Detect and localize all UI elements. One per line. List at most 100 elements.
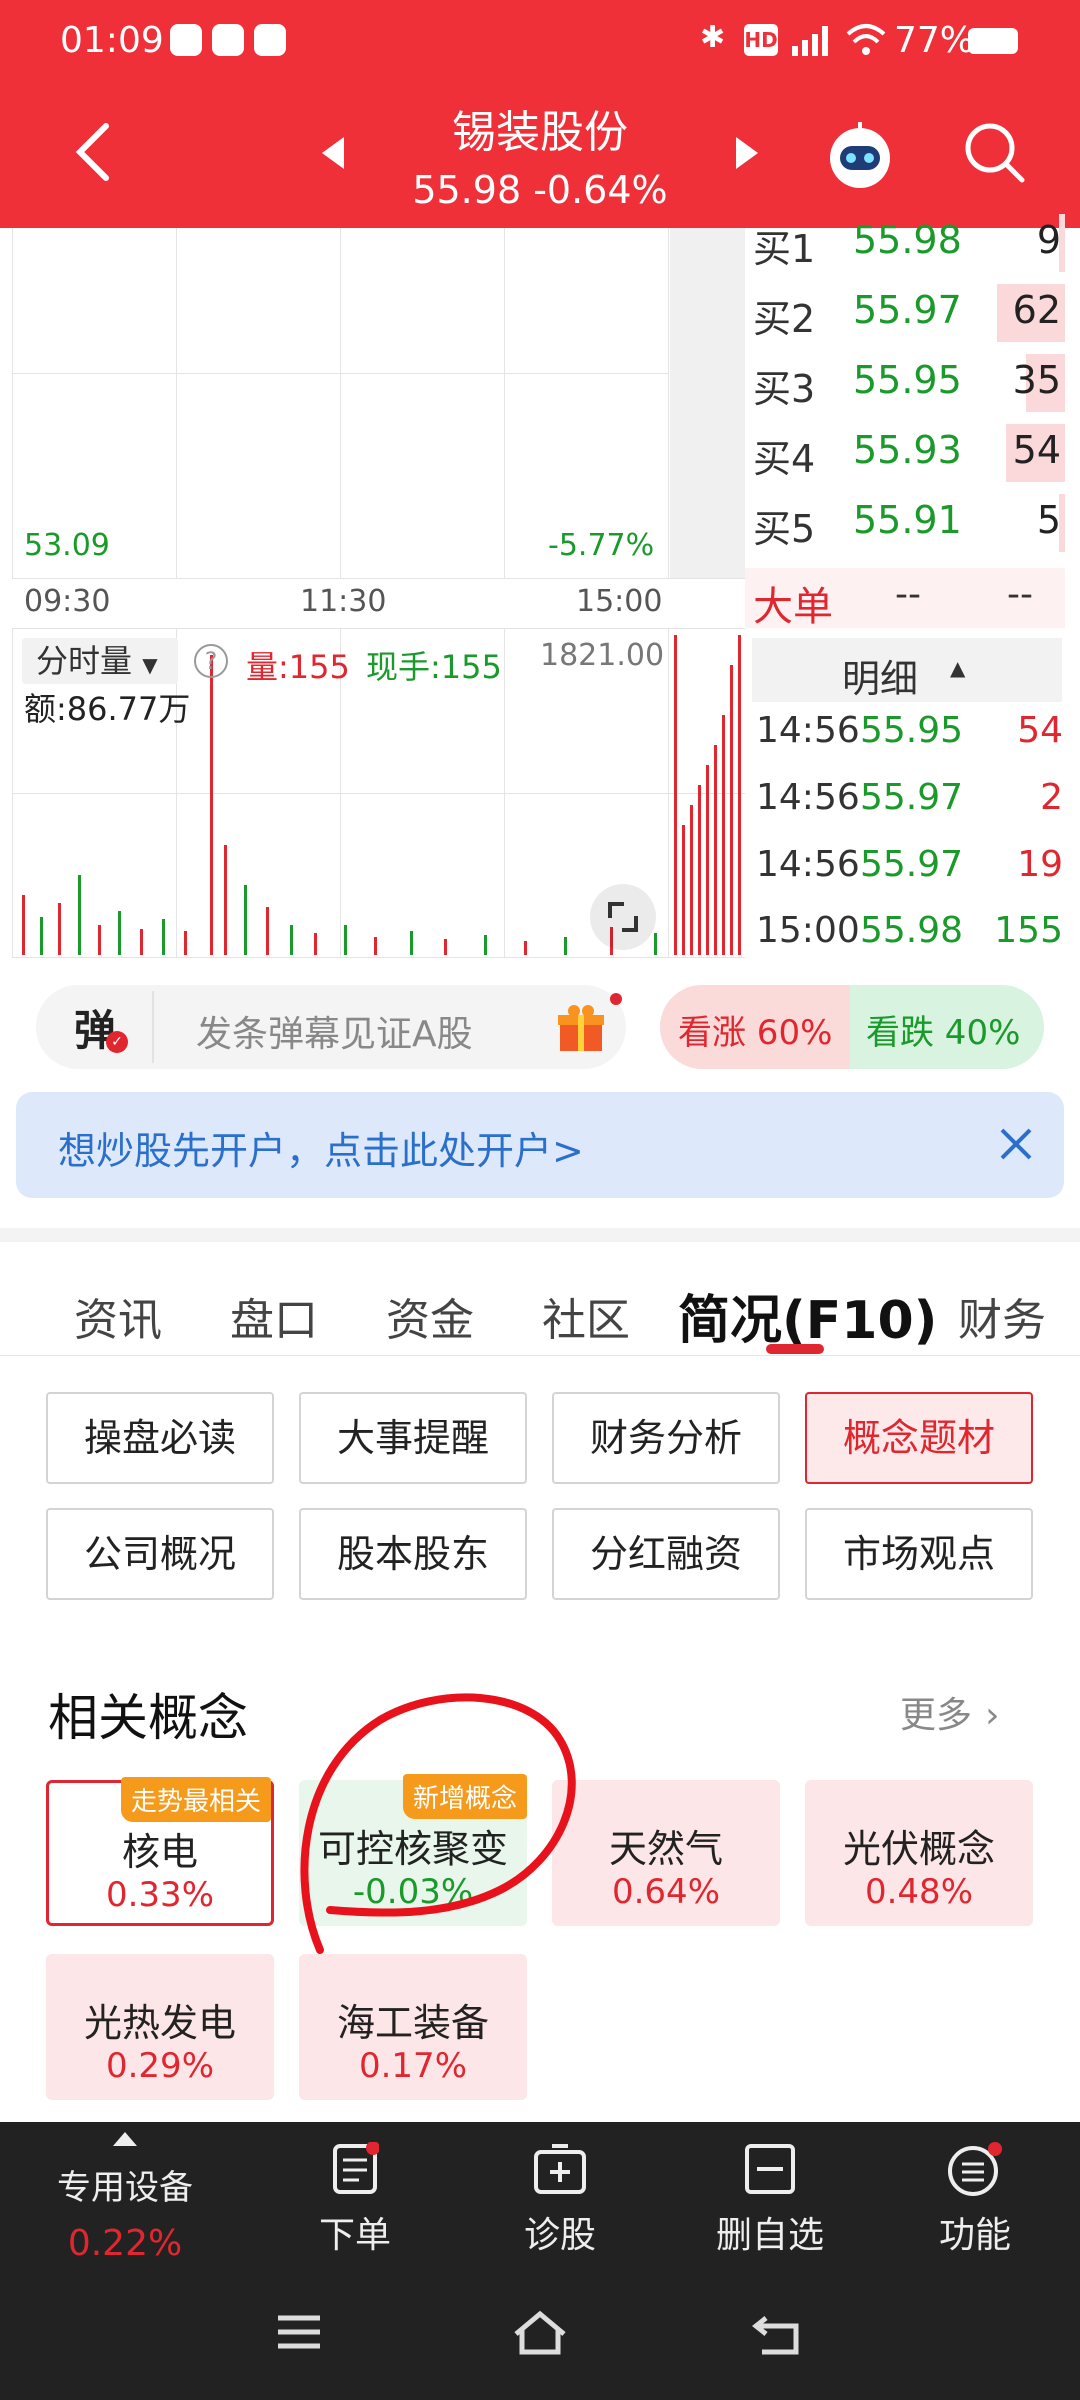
bullish-button[interactable]: 看涨 60% [660, 985, 856, 1069]
tick-row: 14:56 55.97 19 [752, 834, 1067, 900]
open-account-banner[interactable]: 想炒股先开户，点击此处开户> [16, 1092, 1064, 1198]
sector-name: 专用设备 [57, 2168, 193, 2208]
gift-icon[interactable] [556, 1003, 606, 1053]
remove-watchlist-button[interactable]: 删自选 [700, 2142, 840, 2258]
concept-card[interactable]: 海工装备 0.17% [299, 1954, 527, 2100]
diagnose-button[interactable]: 诊股 [495, 2142, 625, 2258]
tab-f10[interactable]: 简况(F10) [678, 1278, 937, 1353]
tick-time: 14:56 [756, 710, 860, 751]
bearish-label: 看跌 40% [866, 1013, 1021, 1053]
f10-button[interactable]: 大事提醒 [299, 1392, 527, 1484]
tick-time: 14:56 [756, 777, 860, 818]
sector-shortcut[interactable]: 专用设备 0.22% [30, 2128, 220, 2264]
tick-time: 14:56 [756, 844, 860, 885]
concept-card[interactable]: 走势最相关 核电 0.33% [46, 1777, 274, 1926]
functions-icon [947, 2142, 1003, 2196]
functions-button[interactable]: 功能 [910, 2142, 1040, 2258]
app-notification-icon [170, 24, 202, 56]
search-icon[interactable] [962, 120, 1026, 184]
time-label-mid: 11:30 [300, 584, 387, 619]
sentiment-bar: 看涨 60% 看跌 40% [660, 985, 1044, 1069]
handdrawn-circle-annotation [300, 1693, 576, 1954]
bid-price: 55.98 [853, 218, 962, 262]
active-tab-indicator [766, 1344, 824, 1354]
tab-community[interactable]: 社区 [542, 1284, 630, 1348]
bid-qty: 9 [1036, 218, 1061, 262]
tab-financials[interactable]: 财务 [958, 1284, 1046, 1348]
robot-notification-icon [212, 24, 244, 56]
bid-row-4: 买4 55.93 54 [745, 418, 1065, 488]
chart-low-pct: -5.77% [548, 528, 655, 563]
stock-price: 55.98 [412, 168, 522, 212]
intraday-chart[interactable]: 53.09 -5.77% 09:30 11:30 15:00 分时量 ▼ ? 量… [0, 228, 745, 958]
stock-price-line: 55.98 -0.64% [340, 168, 740, 212]
signal-icon [790, 22, 834, 58]
tick-price: 55.95 [860, 710, 964, 751]
concept-change: 0.33% [105, 1875, 214, 1915]
tab-capital[interactable]: 资金 [386, 1284, 474, 1348]
bid-row-2: 买2 55.97 62 [745, 278, 1065, 348]
barrage-icon: 弹 ✓ [44, 991, 154, 1063]
barrage-input-bar[interactable]: 弹 ✓ 发条弹幕见证A股 [36, 985, 626, 1069]
home-nav-icon[interactable] [512, 2310, 568, 2360]
closing-auction-volume [672, 630, 744, 955]
concept-change: 0.48% [864, 1872, 973, 1912]
help-icon[interactable]: ? [194, 644, 228, 678]
f10-button[interactable]: 财务分析 [552, 1392, 780, 1484]
barrage-placeholder[interactable]: 发条弹幕见证A股 [196, 1005, 473, 1057]
concepts-more-link[interactable]: 更多 › [900, 1686, 1000, 1736]
concept-card[interactable]: 光热发电 0.29% [46, 1954, 274, 2100]
order-button[interactable]: 下单 [290, 2141, 420, 2258]
caret-up-icon [113, 2132, 137, 2146]
f10-button[interactable]: 分红融资 [552, 1508, 780, 1600]
check-icon: ✓ [106, 1031, 128, 1053]
concept-badge: 走势最相关 [120, 1777, 271, 1822]
detail-header[interactable]: 明细 ▲ [752, 638, 1062, 702]
back-icon[interactable] [70, 122, 120, 182]
big-order-label: 大单 [753, 584, 833, 630]
fullscreen-icon[interactable] [590, 884, 656, 950]
next-stock-icon[interactable] [734, 135, 762, 175]
bid-label: 买1 [753, 227, 816, 271]
tab-news[interactable]: 资讯 [74, 1284, 162, 1348]
bearish-button[interactable]: 看跌 40% [850, 985, 1044, 1069]
bid-row-3: 买3 55.95 35 [745, 348, 1065, 418]
big-order-row[interactable]: 大单 -- -- [745, 568, 1065, 630]
battery-icon [968, 28, 1018, 54]
back-nav-icon[interactable] [751, 2310, 806, 2360]
concept-card[interactable]: 光伏概念 0.48% [805, 1780, 1033, 1926]
bid-label: 买3 [753, 367, 816, 411]
big-order-value-b: -- [1007, 574, 1033, 615]
robot-assistant-icon[interactable] [822, 118, 898, 190]
f10-button[interactable]: 操盘必读 [46, 1392, 274, 1484]
volume-value: 量:155 [246, 648, 350, 686]
sort-up-icon: ▲ [950, 656, 966, 680]
tick-row: 14:56 55.95 54 [752, 700, 1067, 766]
remove-watchlist-label: 删自选 [715, 2215, 824, 2256]
status-time: 01:09 [60, 20, 164, 61]
tick-price: 55.97 [860, 777, 964, 818]
f10-button-active[interactable]: 概念题材 [805, 1392, 1033, 1484]
notification-dot [610, 993, 622, 1005]
bid-qty: 5 [1036, 498, 1061, 542]
bid-qty: 54 [1012, 428, 1061, 472]
close-icon[interactable] [994, 1122, 1038, 1166]
volume-mode-label: 分时量 [36, 642, 133, 680]
tick-qty: 155 [994, 910, 1063, 951]
f10-button[interactable]: 股本股东 [299, 1508, 527, 1600]
hd-icon: HD [744, 24, 778, 56]
stock-name: 锡装股份 [452, 107, 628, 158]
tick-qty: 19 [1017, 844, 1063, 885]
f10-button[interactable]: 公司概况 [46, 1508, 274, 1600]
tick-row: 15:00 55.98 155 [752, 900, 1067, 966]
tick-price: 55.97 [860, 844, 964, 885]
wifi-icon [846, 22, 886, 58]
header-bar: 01:09 ✱ HD 77% 锡装股份 55.98 -0.64% [0, 0, 1080, 228]
time-label-open: 09:30 [24, 584, 111, 619]
volume-mode-selector[interactable]: 分时量 ▼ [22, 638, 178, 684]
tab-order-book[interactable]: 盘口 [230, 1284, 318, 1348]
menu-nav-icon[interactable] [274, 2310, 324, 2358]
bid-label: 买4 [753, 437, 816, 481]
concepts-title: 相关概念 [48, 1689, 248, 1747]
f10-button[interactable]: 市场观点 [805, 1508, 1033, 1600]
